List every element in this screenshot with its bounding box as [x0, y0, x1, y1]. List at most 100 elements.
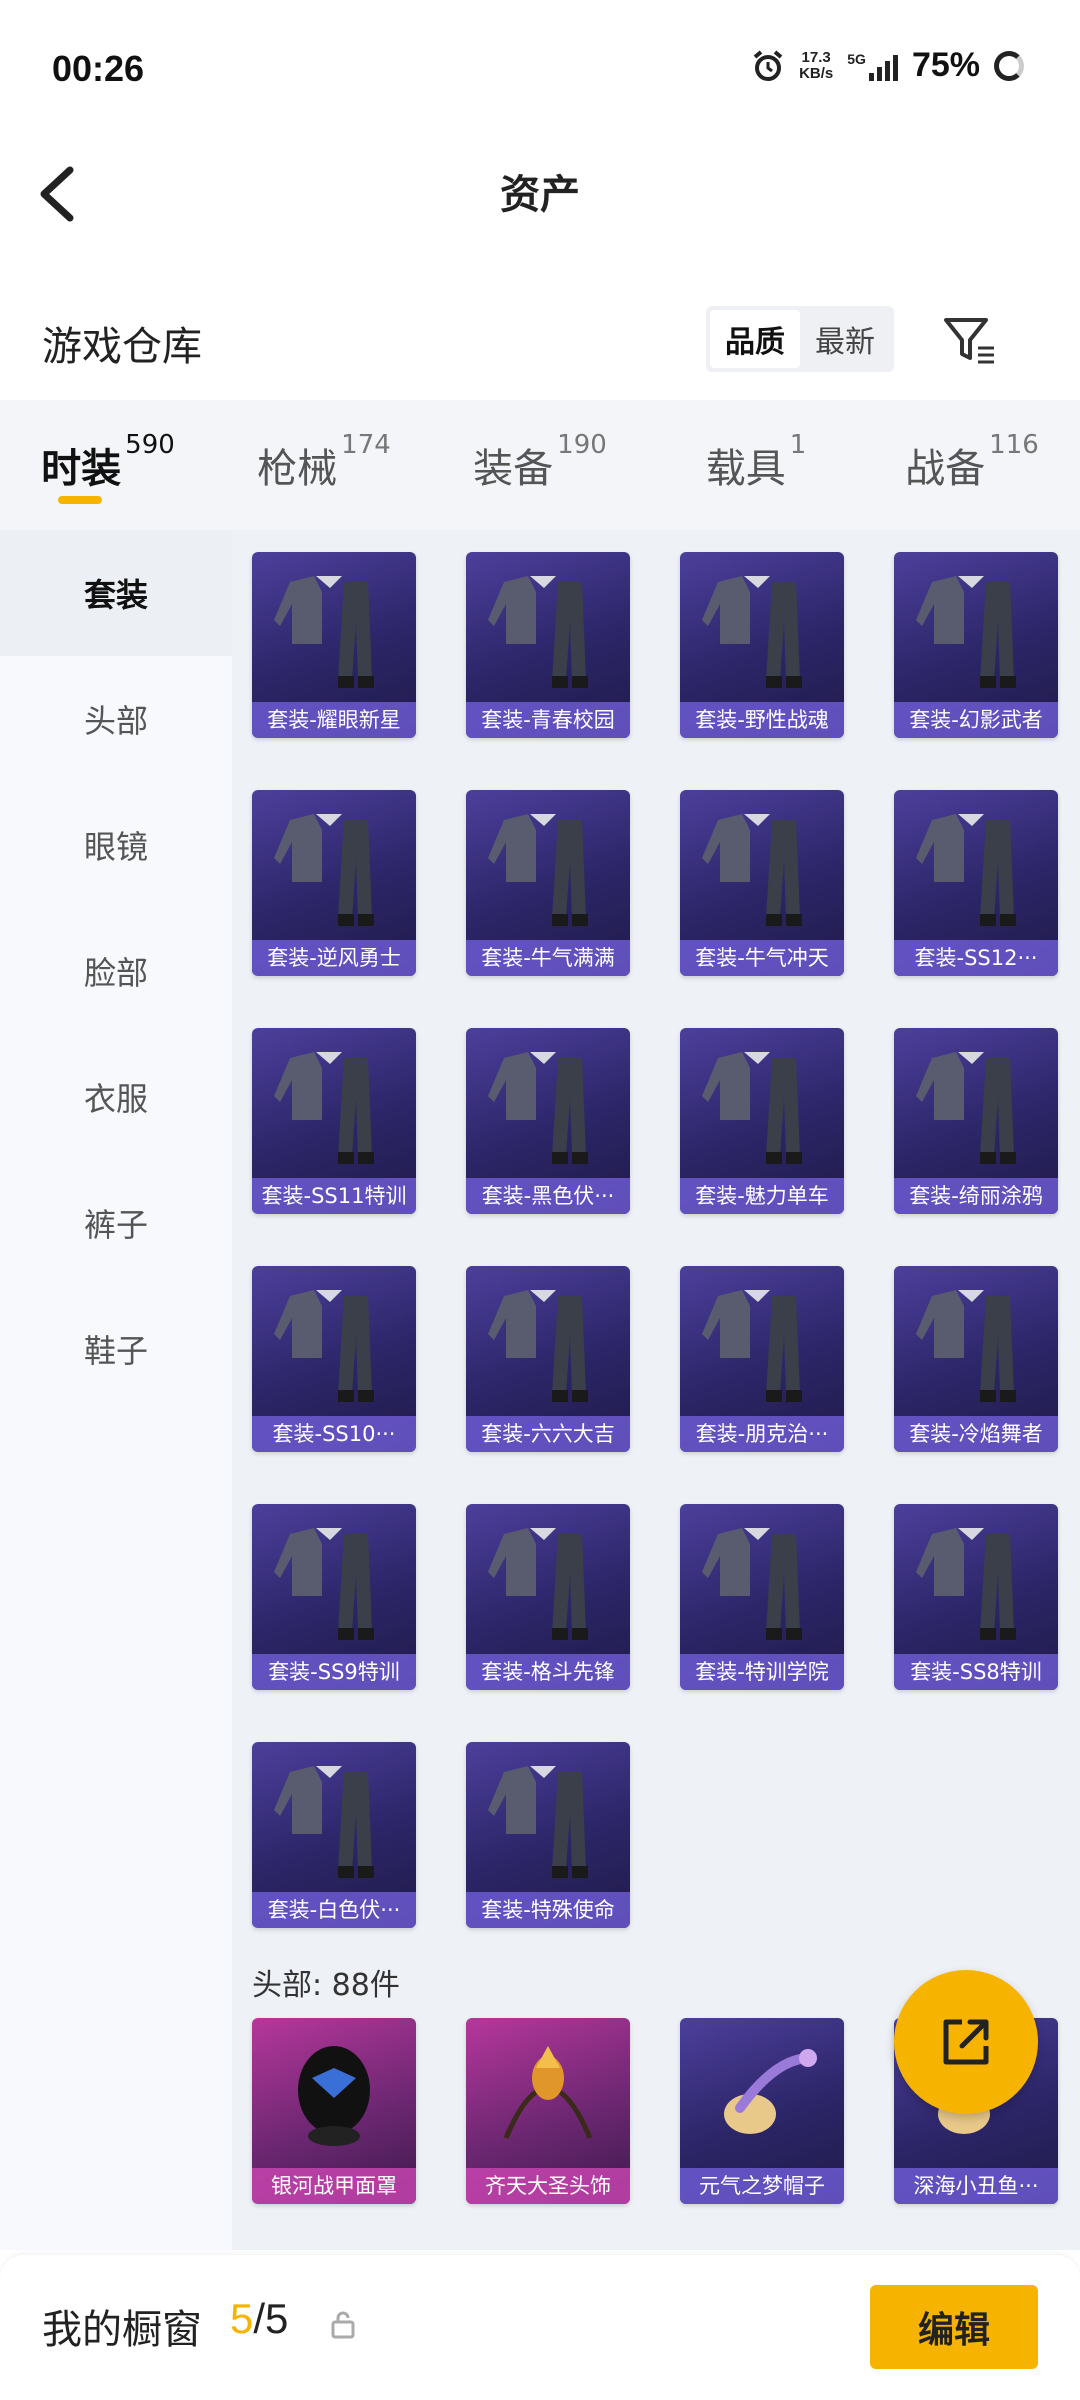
suit-card[interactable]: 套装-野性战魂: [680, 552, 844, 738]
head-item-label: 深海小丑鱼···: [894, 2168, 1058, 2204]
outfit-icon: [916, 576, 1016, 688]
outfit-icon: [274, 1766, 374, 1878]
sidebar-item-pants[interactable]: 裤子: [0, 1160, 232, 1286]
tab-fashion[interactable]: 时装 590: [0, 400, 216, 530]
suit-card[interactable]: 套装-白色伏···: [252, 1742, 416, 1928]
showcase-label: 我的橱窗: [42, 2307, 202, 2353]
sort-toggle: 品质 最新: [706, 306, 894, 372]
suit-card[interactable]: 套装-SS12···: [894, 790, 1058, 976]
suit-label: 套装-朋克治···: [680, 1416, 844, 1452]
sidebar-item-glasses[interactable]: 眼镜: [0, 782, 232, 908]
sidebar-item-head[interactable]: 头部: [0, 656, 232, 782]
tab-active-indicator: [58, 496, 102, 504]
head-item-label: 齐天大圣头饰: [466, 2168, 630, 2204]
outfit-icon: [274, 1290, 374, 1402]
share-button[interactable]: [894, 1970, 1038, 2114]
showcase-count: 5/5: [230, 2295, 289, 2342]
external-link-icon: [943, 2019, 989, 2065]
suit-card[interactable]: 套装-六六大吉: [466, 1266, 630, 1452]
page-title: 资产: [500, 172, 580, 218]
suit-label: 套装-SS11特训: [252, 1178, 416, 1214]
outfit-icon: [274, 1052, 374, 1164]
outfit-icon: [488, 814, 588, 926]
outfit-icon: [488, 576, 588, 688]
head-item-card[interactable]: 齐天大圣头饰: [466, 2018, 630, 2204]
tab-equipment[interactable]: 装备 190: [432, 400, 648, 530]
battery-level: 75%: [911, 46, 980, 84]
section-title: 游戏仓库: [42, 324, 202, 370]
sort-quality[interactable]: 品质: [710, 310, 800, 368]
suit-label: 套装-特训学院: [680, 1654, 844, 1690]
sidebar: 套装 头部 眼镜 脸部 衣服 裤子 鞋子: [0, 530, 232, 2250]
status-indicators: 17.3 KB/s 5G 75%: [751, 46, 1024, 85]
outfit-icon: [274, 1528, 374, 1640]
suit-card[interactable]: 套装-青春校园: [466, 552, 630, 738]
edit-button[interactable]: 编辑: [870, 2285, 1038, 2369]
showcase-bar: 我的橱窗 5/5 编辑: [0, 2255, 1080, 2400]
suit-card[interactable]: 套装-幻影武者: [894, 552, 1058, 738]
suit-label: 套装-SS12···: [894, 940, 1058, 976]
outfit-icon: [702, 1290, 802, 1402]
suit-label: 套装-格斗先锋: [466, 1654, 630, 1690]
suit-card[interactable]: 套装-朋克治···: [680, 1266, 844, 1452]
suit-card[interactable]: 套装-耀眼新星: [252, 552, 416, 738]
suit-label: 套装-黑色伏···: [466, 1178, 630, 1214]
filter-button[interactable]: [940, 310, 1000, 370]
outfit-icon: [702, 576, 802, 688]
suit-label: 套装-特殊使命: [466, 1892, 630, 1928]
suit-card[interactable]: 套装-逆风勇士: [252, 790, 416, 976]
outfit-icon: [488, 1052, 588, 1164]
suit-card[interactable]: 套装-SS9特训: [252, 1504, 416, 1690]
suit-label: 套装-耀眼新星: [252, 702, 416, 738]
suit-label: 套装-绮丽涂鸦: [894, 1178, 1058, 1214]
sidebar-item-clothes[interactable]: 衣服: [0, 1034, 232, 1160]
suit-card[interactable]: 套装-牛气满满: [466, 790, 630, 976]
outfit-icon: [702, 814, 802, 926]
mask-icon: [298, 2046, 370, 2146]
alarm-icon: [753, 49, 783, 81]
headband-icon: [503, 2046, 593, 2139]
suit-card[interactable]: 套装-SS8特训: [894, 1504, 1058, 1690]
sort-newest[interactable]: 最新: [800, 310, 890, 368]
tab-vehicles[interactable]: 载具 1: [648, 400, 864, 530]
outfit-icon: [274, 576, 374, 688]
outfit-icon: [916, 1528, 1016, 1640]
suit-label: 套装-青春校园: [466, 702, 630, 738]
tab-supplies[interactable]: 战备 116: [864, 400, 1080, 530]
outfit-icon: [488, 1766, 588, 1878]
outfit-icon: [702, 1528, 802, 1640]
suit-card[interactable]: 套装-SS10···: [252, 1266, 416, 1452]
head-item-card[interactable]: 银河战甲面罩: [252, 2018, 416, 2204]
sidebar-item-face[interactable]: 脸部: [0, 908, 232, 1034]
suit-label: 套装-牛气冲天: [680, 940, 844, 976]
suit-card[interactable]: 套装-黑色伏···: [466, 1028, 630, 1214]
head-item-card[interactable]: 元气之梦帽子: [680, 2018, 844, 2204]
status-time: 00:26: [52, 48, 145, 89]
filter-icon: [944, 318, 994, 364]
outfit-icon: [274, 814, 374, 926]
tab-weapons[interactable]: 枪械 174: [216, 400, 432, 530]
head-section-heading: 头部: 88件: [252, 1968, 400, 2003]
head-item-label: 银河战甲面罩: [252, 2168, 416, 2204]
suit-label: 套装-SS8特训: [894, 1654, 1058, 1690]
suit-card[interactable]: 套装-冷焰舞者: [894, 1266, 1058, 1452]
outfit-icon: [702, 1052, 802, 1164]
suit-card[interactable]: 套装-格斗先锋: [466, 1504, 630, 1690]
battery-ring-icon: [994, 50, 1024, 81]
suit-card[interactable]: 套装-特殊使命: [466, 1742, 630, 1928]
suit-card[interactable]: 套装-牛气冲天: [680, 790, 844, 976]
sidebar-item-suits[interactable]: 套装: [0, 530, 232, 656]
head-item-label: 元气之梦帽子: [680, 2168, 844, 2204]
sidebar-item-shoes[interactable]: 鞋子: [0, 1286, 232, 1412]
suit-label: 套装-冷焰舞者: [894, 1416, 1058, 1452]
status-bar: 00:26 17.3 KB/s 5G 75%: [0, 0, 1080, 140]
outfit-icon: [916, 1290, 1016, 1402]
suit-label: 套装-幻影武者: [894, 702, 1058, 738]
suit-card[interactable]: 套装-特训学院: [680, 1504, 844, 1690]
suit-card[interactable]: 套装-SS11特训: [252, 1028, 416, 1214]
signal-icon: 5G: [847, 51, 898, 81]
suit-card[interactable]: 套装-绮丽涂鸦: [894, 1028, 1058, 1214]
suit-card[interactable]: 套装-魅力单车: [680, 1028, 844, 1214]
warehouse-header: 游戏仓库 品质 最新: [0, 290, 1080, 390]
net-speed: 17.3 KB/s: [799, 48, 834, 82]
